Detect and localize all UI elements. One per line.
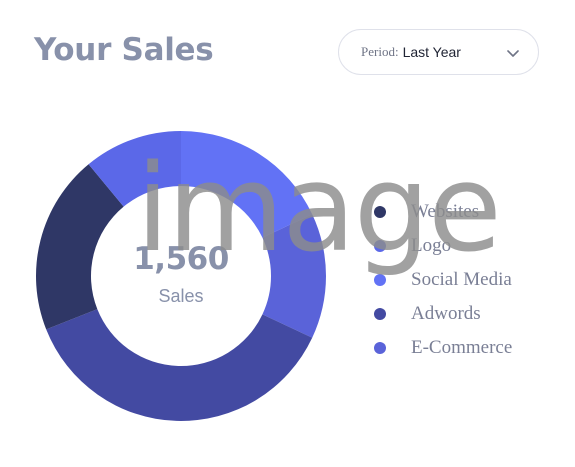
legend-label: Websites (411, 201, 480, 222)
legend-item: Adwords (368, 297, 512, 331)
legend-dot-icon (374, 274, 386, 286)
legend-label: E-Commerce (411, 337, 513, 358)
legend-dot-icon (374, 308, 386, 320)
legend-item: E-Commerce (368, 331, 512, 365)
legend-dot-icon (374, 342, 386, 354)
legend-label: Logo (411, 235, 452, 256)
donut-slice-social-media (181, 131, 313, 238)
total-sales-value: 1,560 (133, 241, 229, 277)
donut-slice-adwords (46, 309, 313, 421)
total-sales-label: Sales (158, 286, 204, 306)
legend-label: Adwords (411, 303, 481, 324)
legend-dot-icon (374, 240, 386, 252)
legend-item: Websites (368, 195, 512, 229)
chart-legend: Websites Logo Social Media Adwords E-Commerc… (368, 195, 512, 365)
legend-label: Social Media (411, 269, 512, 290)
legend-dot-icon (374, 206, 386, 218)
legend-item: Social Media (368, 263, 512, 297)
legend-item: Logo (368, 229, 512, 263)
